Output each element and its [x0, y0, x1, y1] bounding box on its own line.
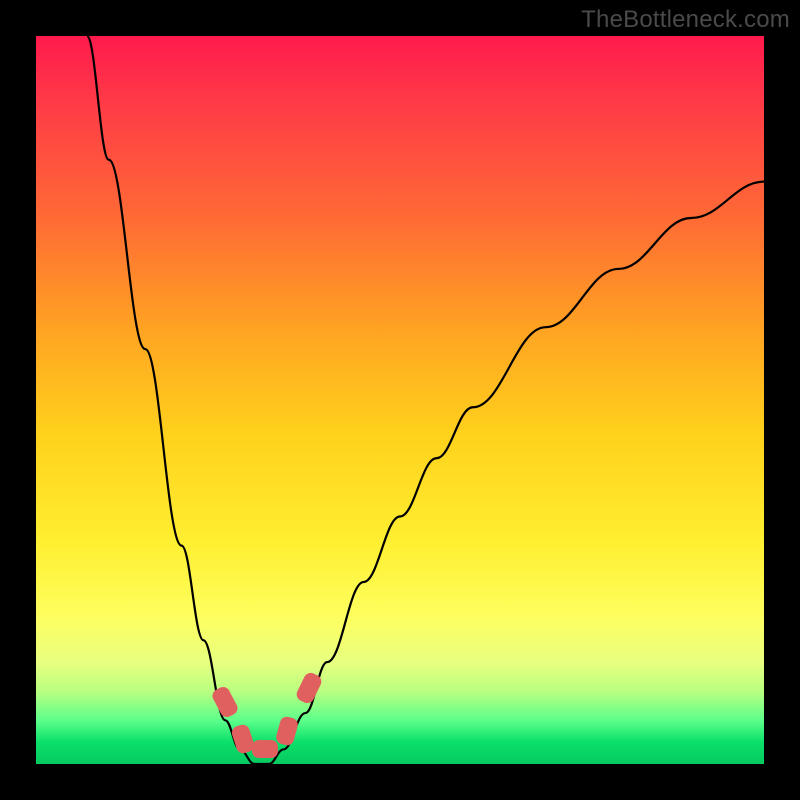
watermark-text: TheBottleneck.com — [581, 6, 790, 34]
curve-marker — [252, 740, 278, 758]
bottleneck-curve — [36, 36, 764, 764]
plot-area — [36, 36, 764, 764]
chart-frame — [0, 0, 800, 800]
